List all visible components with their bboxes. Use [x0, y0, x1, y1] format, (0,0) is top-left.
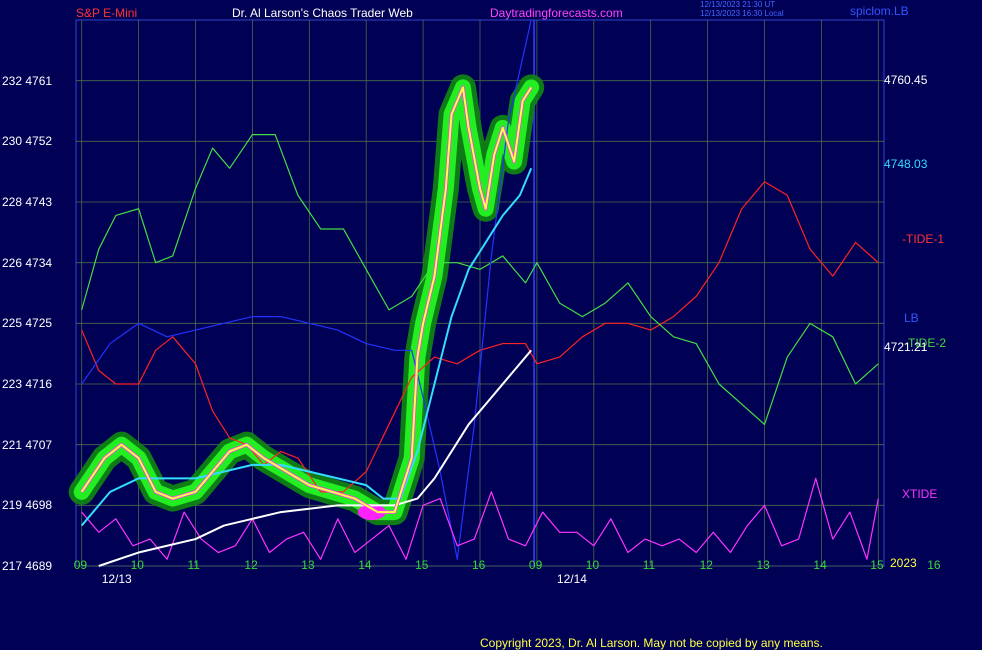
site-link[interactable]: Daytradingforecasts.com — [490, 6, 623, 20]
series-line-2 — [98, 349, 532, 567]
year-label: 2023 — [890, 556, 917, 570]
cyan-value-label: 4748.03 — [884, 157, 928, 171]
x-tick-label: 16 — [472, 558, 486, 572]
x-tick-label: 14 — [813, 558, 827, 572]
x-tick-label: 15 — [415, 558, 429, 572]
x-tick-label: 10 — [585, 558, 600, 572]
x-tick-label: 13 — [756, 558, 770, 572]
symbol-title: S&P E-Mini — [76, 6, 138, 20]
chart-canvas — [68, 19, 885, 567]
corner-label: spiclom.LB — [850, 4, 909, 18]
timestamp: 12/13/2023 21:30 UT 12/13/2023 16:30 Loc… — [700, 0, 784, 18]
price-value-label: 4760.45 — [884, 73, 928, 87]
y-tick-label: 226 4734 — [2, 255, 53, 270]
x-tick-label: 12 — [699, 558, 713, 572]
x-tick-label: 13 — [301, 558, 315, 572]
x-tick-label: 16 — [927, 558, 941, 572]
chart-title: Dr. Al Larson's Chaos Trader Web — [232, 6, 413, 20]
tide1-label: -TIDE-1 — [902, 232, 944, 246]
copyright: Copyright 2023, Dr. Al Larson. May not b… — [480, 636, 823, 650]
y-tick-label: 230 4752 — [2, 134, 53, 149]
x-tick-label: 15 — [870, 558, 884, 572]
x-tick-label: 11 — [642, 558, 656, 572]
x-tick-label: 10 — [130, 558, 144, 572]
y-tick-label: 221 4707 — [2, 437, 53, 452]
glow-outer — [68, 74, 545, 526]
x-tick-label: 12 — [244, 558, 258, 572]
date-label: 12/13 — [101, 572, 132, 586]
date-label: 12/14 — [556, 572, 587, 586]
y-tick-label: 223 4716 — [2, 377, 53, 391]
price-glow-band — [68, 74, 545, 526]
x-tick-label: 11 — [187, 558, 200, 572]
x-tick-label: 09 — [73, 558, 88, 572]
y-tick-label: 228 4743 — [2, 195, 53, 209]
white-value-label: 4721.21 — [884, 340, 928, 354]
lb-label: LB — [904, 311, 919, 325]
timestamp-local: 12/13/2023 16:30 Local — [700, 9, 784, 18]
y-tick-label: 219 4698 — [2, 498, 53, 513]
y-tick-label: 232 4761 — [2, 73, 53, 88]
x-tick-label: 09 — [528, 558, 543, 572]
timestamp-ut: 12/13/2023 21:30 UT — [700, 0, 776, 9]
xtide-label: XTIDE — [902, 487, 938, 501]
y-tick-label: 217 4689 — [2, 559, 53, 573]
y-tick-label: 225 4725 — [2, 316, 53, 331]
x-tick-label: 14 — [358, 558, 372, 572]
